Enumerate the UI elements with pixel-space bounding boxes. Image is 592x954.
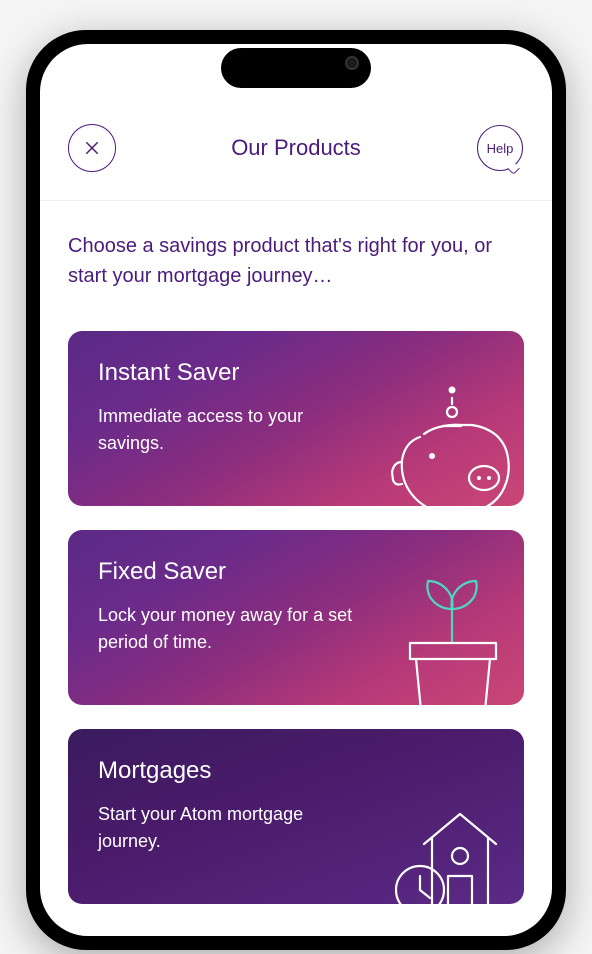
product-card-fixed-saver[interactable]: Fixed Saver Lock your money away for a s… (68, 530, 524, 705)
help-button[interactable]: Help (476, 124, 524, 172)
plant-pot-icon (380, 561, 510, 705)
close-button[interactable] (68, 124, 116, 172)
phone-screen: Our Products Help Choose a savings produ… (40, 44, 552, 936)
house-icon (380, 780, 510, 904)
intro-text: Choose a savings product that's right fo… (68, 231, 524, 291)
product-desc: Lock your money away for a set period of… (98, 602, 355, 656)
phone-camera (345, 56, 359, 70)
piggy-bank-icon (380, 382, 510, 506)
help-bubble-icon: Help (477, 125, 523, 171)
header: Our Products Help (40, 104, 552, 201)
phone-notch (221, 48, 371, 88)
close-icon (83, 139, 101, 157)
product-card-mortgages[interactable]: Mortgages Start your Atom mortgage journ… (68, 729, 524, 904)
phone-frame: Our Products Help Choose a savings produ… (26, 30, 566, 950)
product-desc: Start your Atom mortgage journey. (98, 801, 355, 855)
content: Choose a savings product that's right fo… (40, 201, 552, 904)
product-card-instant-saver[interactable]: Instant Saver Immediate access to your s… (68, 331, 524, 506)
help-button-label: Help (487, 141, 514, 156)
page-title: Our Products (231, 135, 361, 161)
product-desc: Immediate access to your savings. (98, 403, 355, 457)
